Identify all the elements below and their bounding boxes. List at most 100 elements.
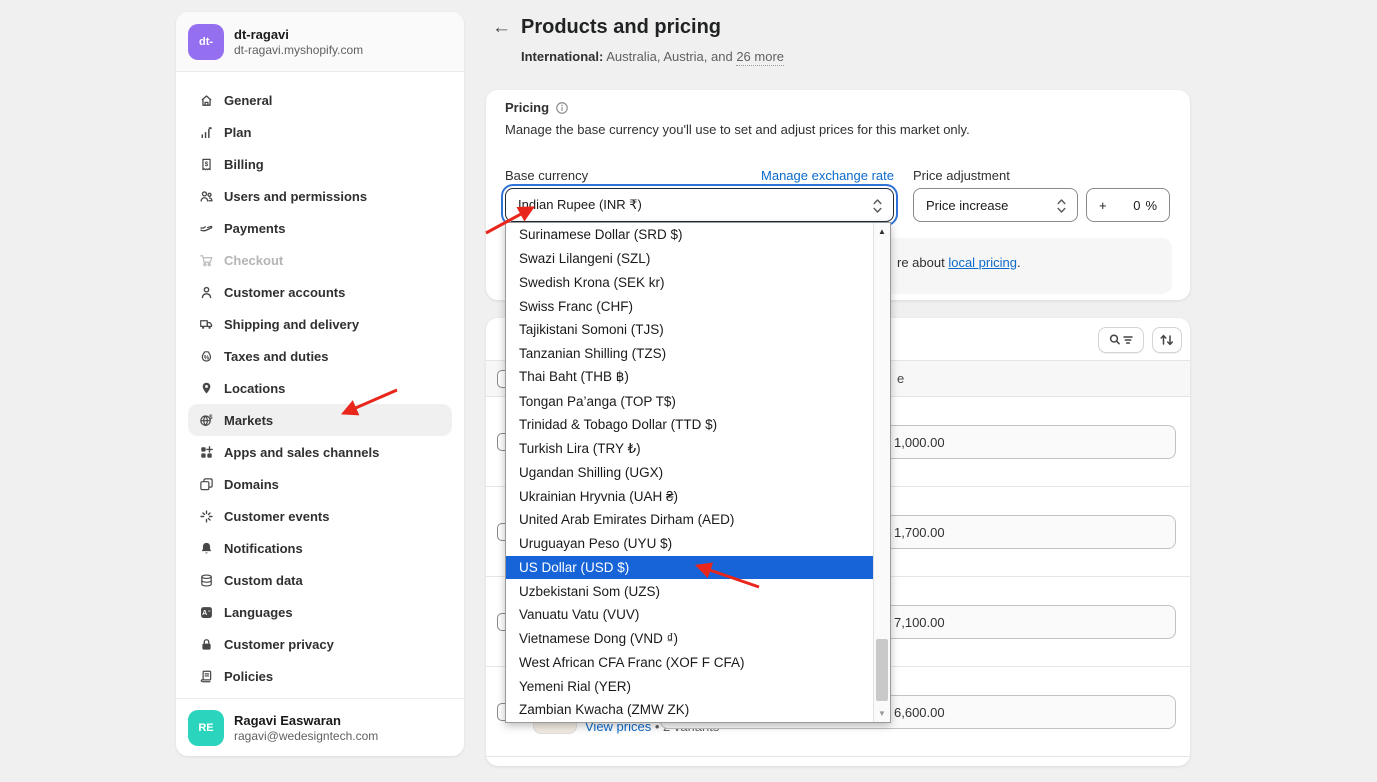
pricing-card-title: Pricing — [505, 100, 549, 115]
user-name: Ragavi Easwaran — [234, 713, 378, 728]
currency-option[interactable]: Yemeni Rial (YER) — [506, 674, 873, 698]
database-icon — [198, 572, 214, 588]
currency-option[interactable]: Uruguayan Peso (UYU $) — [506, 532, 873, 556]
currency-option[interactable]: Tanzanian Shilling (TZS) — [506, 342, 873, 366]
receipt-icon: $ — [198, 156, 214, 172]
search-filter-icon — [1108, 333, 1134, 347]
settings-sidebar: dt- dt-ragavi dt-ragavi.myshopify.com Ge… — [176, 12, 464, 756]
page-title: Products and pricing — [521, 16, 721, 39]
store-header[interactable]: dt- dt-ragavi dt-ragavi.myshopify.com — [176, 12, 464, 72]
manage-exchange-rate-link[interactable]: Manage exchange rate — [761, 168, 894, 183]
translate-icon: A≈ — [198, 604, 214, 620]
domains-icon — [198, 476, 214, 492]
spark-icon — [198, 508, 214, 524]
info-icon[interactable] — [555, 101, 569, 115]
sidebar-item-policies[interactable]: Policies — [188, 660, 452, 692]
currency-option[interactable]: Turkish Lira (TRY ₺) — [506, 437, 873, 461]
currency-option[interactable]: Trinidad & Tobago Dollar (TTD $) — [506, 413, 873, 437]
dropdown-scrollbar[interactable]: ▲ ▼ — [873, 223, 890, 722]
user-email: ragavi@wedesigntech.com — [234, 729, 378, 743]
currency-option[interactable]: West African CFA Franc (XOF F CFA) — [506, 651, 873, 675]
currency-option[interactable]: United Arab Emirates Dirham (AED) — [506, 508, 873, 532]
store-avatar: dt- — [188, 24, 224, 60]
sidebar-item-customer-privacy[interactable]: Customer privacy — [188, 628, 452, 660]
back-arrow-icon[interactable]: ← — [492, 17, 511, 39]
scroll-down-icon[interactable]: ▼ — [874, 705, 890, 722]
currency-option[interactable]: Vietnamese Dong (VND ₫) — [506, 627, 873, 651]
currency-option-selected[interactable]: US Dollar (USD $) — [506, 556, 873, 580]
sidebar-item-locations[interactable]: Locations — [188, 372, 452, 404]
settings-nav: General Plan $ Billing Users and permiss… — [176, 72, 464, 692]
base-currency-select[interactable]: Indian Rupee (INR ₹) — [505, 188, 894, 222]
pricing-description: Manage the base currency you'll use to s… — [505, 122, 970, 137]
currency-option[interactable]: Zambian Kwacha (ZMW ZK) — [506, 698, 873, 722]
globe-dollar-icon: $ — [198, 412, 214, 428]
tax-percent-icon: % — [198, 348, 214, 364]
scroll-up-icon[interactable]: ▲ — [874, 223, 890, 240]
base-currency-label: Base currency — [505, 168, 588, 183]
apps-grid-icon — [198, 444, 214, 460]
search-filter-button[interactable] — [1098, 327, 1144, 353]
cart-icon — [198, 252, 214, 268]
users-icon — [198, 188, 214, 204]
currency-option[interactable]: Ugandan Shilling (UGX) — [506, 461, 873, 485]
currency-option[interactable]: Tongan Pa’anga (TOP T$) — [506, 389, 873, 413]
subtitle-market-name: International: — [521, 49, 603, 64]
sidebar-item-checkout: Checkout — [188, 244, 452, 276]
store-icon — [198, 92, 214, 108]
sidebar-item-customer-accounts[interactable]: Customer accounts — [188, 276, 452, 308]
sidebar-item-notifications[interactable]: Notifications — [188, 532, 452, 564]
sidebar-item-languages[interactable]: A≈ Languages — [188, 596, 452, 628]
currency-option[interactable]: Surinamese Dollar (SRD $) — [506, 223, 873, 247]
table-column-header: e — [897, 371, 904, 386]
sort-button[interactable] — [1152, 327, 1182, 353]
user-avatar: RE — [188, 710, 224, 746]
scrollbar-thumb[interactable] — [876, 639, 888, 701]
person-icon — [198, 284, 214, 300]
sidebar-item-domains[interactable]: Domains — [188, 468, 452, 500]
sidebar-item-apps-and-sales-channels[interactable]: Apps and sales channels — [188, 436, 452, 468]
store-domain: dt-ragavi.myshopify.com — [234, 43, 363, 57]
map-pin-icon — [198, 380, 214, 396]
svg-text:$: $ — [209, 414, 213, 421]
currency-option[interactable]: Swiss Franc (CHF) — [506, 294, 873, 318]
price-adjustment-select[interactable]: Price increase — [913, 188, 1078, 222]
currency-option[interactable]: Uzbekistani Som (UZS) — [506, 579, 873, 603]
policy-doc-icon — [198, 668, 214, 684]
payments-hand-icon — [198, 220, 214, 236]
store-name: dt-ragavi — [234, 27, 363, 42]
adjustment-percent-input[interactable]: + 0 % — [1086, 188, 1170, 222]
lock-icon — [198, 636, 214, 652]
sidebar-item-customer-events[interactable]: Customer events — [188, 500, 452, 532]
currency-option[interactable]: Vanuatu Vatu (VUV) — [506, 603, 873, 627]
currency-option[interactable]: Swazi Lilangeni (SZL) — [506, 247, 873, 271]
user-footer[interactable]: RE Ragavi Easwaran ragavi@wedesigntech.c… — [176, 698, 464, 756]
truck-icon — [198, 316, 214, 332]
svg-text:A: A — [202, 610, 207, 617]
sidebar-item-custom-data[interactable]: Custom data — [188, 564, 452, 596]
sort-icon — [1159, 333, 1175, 347]
sidebar-item-general[interactable]: General — [188, 84, 452, 116]
currency-option[interactable]: Swedish Krona (SEK kr) — [506, 271, 873, 295]
sidebar-item-users-and-permissions[interactable]: Users and permissions — [188, 180, 452, 212]
currency-dropdown-list: Surinamese Dollar (SRD $) Swazi Lilangen… — [505, 222, 891, 723]
page-subtitle: International: Australia, Austria, and 2… — [521, 49, 784, 64]
more-countries-link[interactable]: 26 more — [736, 49, 784, 66]
sidebar-item-taxes-and-duties[interactable]: % Taxes and duties — [188, 340, 452, 372]
sidebar-item-markets[interactable]: $ Markets — [188, 404, 452, 436]
currency-option[interactable]: Ukrainian Hryvnia (UAH ₴) — [506, 484, 873, 508]
currency-option[interactable]: Tajikistani Somoni (TJS) — [506, 318, 873, 342]
svg-text:$: $ — [204, 161, 208, 168]
sidebar-item-shipping-and-delivery[interactable]: Shipping and delivery — [188, 308, 452, 340]
price-adjustment-label: Price adjustment — [913, 168, 1010, 183]
chevron-updown-icon — [1056, 197, 1067, 218]
svg-text:%: % — [203, 354, 209, 361]
plan-chart-icon — [198, 124, 214, 140]
sidebar-item-billing[interactable]: $ Billing — [188, 148, 452, 180]
sidebar-item-payments[interactable]: Payments — [188, 212, 452, 244]
svg-text:≈: ≈ — [207, 608, 210, 613]
currency-option[interactable]: Thai Baht (THB ฿) — [506, 366, 873, 390]
local-pricing-link[interactable]: local pricing — [948, 255, 1017, 270]
sidebar-item-plan[interactable]: Plan — [188, 116, 452, 148]
bell-icon — [198, 540, 214, 556]
